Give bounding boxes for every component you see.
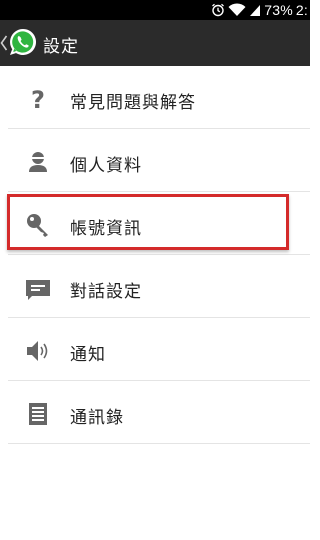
settings-item-faq[interactable]: ? 常見問題與解答 (0, 66, 310, 129)
svg-text:?: ? (31, 86, 45, 113)
status-indicators: 73% 2: (211, 0, 310, 20)
highlight-box (7, 194, 289, 250)
back-chevron-icon[interactable] (0, 33, 8, 57)
settings-item-profile[interactable]: 個人資料 (0, 129, 310, 192)
settings-item-notifications[interactable]: 通知 (0, 318, 310, 381)
clock-time: 2: (295, 2, 308, 18)
contacts-icon (24, 400, 52, 428)
alarm-icon (211, 3, 225, 17)
settings-item-label: 通訊錄 (70, 408, 124, 428)
settings-item-label: 個人資料 (70, 156, 142, 176)
signal-icon (249, 3, 261, 17)
speaker-icon (24, 337, 52, 365)
chat-icon (24, 274, 52, 302)
page-title: 設定 (43, 37, 79, 57)
profile-icon (24, 148, 52, 176)
whatsapp-logo-icon[interactable] (8, 27, 38, 57)
battery-percent: 73% (264, 2, 293, 18)
settings-item-label: 常見問題與解答 (70, 93, 196, 113)
settings-item-label: 對話設定 (70, 282, 142, 302)
settings-item-contacts[interactable]: 通訊錄 (0, 381, 310, 444)
settings-item-chats[interactable]: 對話設定 (0, 255, 310, 318)
status-bar: 73% 2: (0, 0, 310, 20)
divider (8, 443, 310, 444)
action-bar: 設定 (0, 20, 310, 66)
wifi-icon (228, 3, 246, 17)
help-icon: ? (24, 85, 52, 114)
settings-item-label: 通知 (70, 345, 106, 365)
